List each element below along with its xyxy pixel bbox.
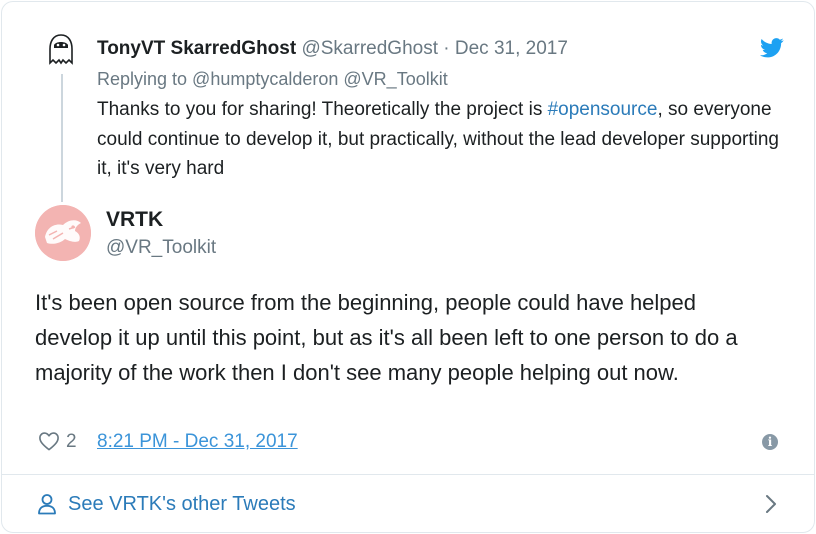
heart-icon[interactable] (38, 431, 60, 451)
tweet-timestamp-link[interactable]: 8:21 PM - Dec 31, 2017 (97, 431, 298, 453)
parent-date[interactable]: Dec 31, 2017 (455, 38, 568, 59)
info-icon[interactable]: i (762, 434, 778, 450)
chevron-right-icon[interactable] (764, 494, 778, 514)
parent-handle[interactable]: @SkarredGhost (301, 38, 438, 59)
parent-text-start: Thanks to you for sharing! Theoretically… (97, 99, 548, 120)
vrtk-logo-avatar[interactable] (35, 205, 91, 261)
hashtag-link[interactable]: #opensource (548, 99, 658, 120)
twitter-bird-icon[interactable] (760, 38, 784, 58)
parent-tweet-text: Thanks to you for sharing! Theoretically… (97, 95, 797, 184)
see-other-tweets-link[interactable]: See VRTK's other Tweets (2, 475, 814, 532)
ghost-avatar-icon[interactable] (43, 32, 79, 68)
parent-display-name[interactable]: TonyVT SkarredGhost (97, 38, 296, 59)
replying-to[interactable]: Replying to @humptycalderon @VR_Toolkit (97, 67, 448, 91)
thread-line (61, 74, 63, 202)
person-icon (38, 494, 56, 515)
like-count: 2 (66, 431, 77, 452)
parent-tweet-header: TonyVT SkarredGhost @SkarredGhost · Dec … (97, 37, 568, 61)
see-other-tweets-label[interactable]: See VRTK's other Tweets (68, 493, 296, 515)
parent-separator: · (443, 38, 450, 59)
main-tweet-text: It's been open source from the beginning… (35, 290, 738, 385)
vrtk-logo-icon (35, 205, 91, 261)
embedded-tweet-card: TonyVT SkarredGhost @SkarredGhost · Dec … (1, 1, 815, 533)
main-handle[interactable]: @VR_Toolkit (106, 237, 216, 259)
main-display-name[interactable]: VRTK (106, 208, 163, 232)
